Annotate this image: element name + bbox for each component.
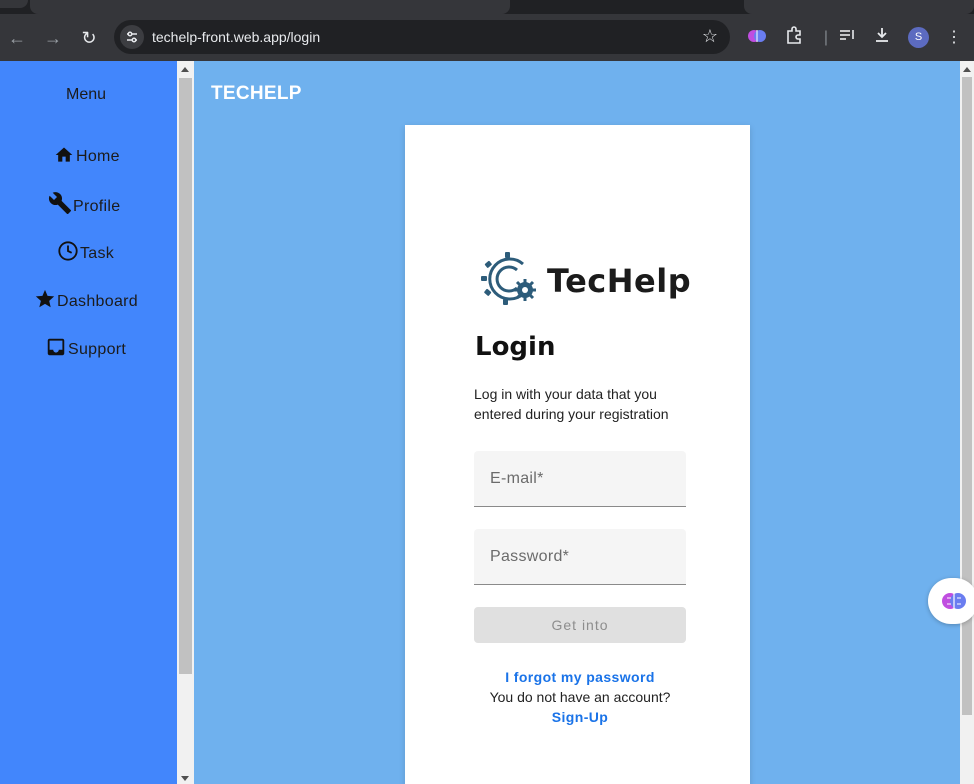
brain-icon — [942, 593, 966, 609]
sidebar-item-label: Support — [68, 341, 127, 358]
sidebar-item-label: Profile — [73, 198, 121, 215]
sidebar-item-home[interactable]: Home — [53, 145, 120, 165]
sidebar-item-dashboard[interactable]: Dashboard — [34, 288, 138, 310]
get-into-button[interactable]: Get into — [474, 607, 686, 643]
sidebar-scrollbar[interactable] — [177, 61, 194, 784]
email-field[interactable]: E-mail* — [474, 451, 686, 507]
inbox-icon — [47, 338, 65, 356]
no-account-text: You do not have an account? — [489, 689, 671, 705]
clock-icon — [58, 241, 78, 261]
home-icon — [55, 147, 73, 162]
sidebar-item-support[interactable]: Support — [45, 336, 126, 358]
browser-toolbar: ← → ↻ techelp-front.web.app/login ☆ | S … — [0, 14, 974, 61]
email-placeholder: E-mail* — [490, 470, 544, 487]
site-info-icon[interactable] — [120, 25, 144, 49]
sidebar: Menu Home Profile Task Dashboard Support — [0, 61, 177, 784]
password-field[interactable]: Password* — [474, 529, 686, 585]
tab-partial[interactable] — [0, 0, 28, 8]
scroll-up-arrow-icon[interactable] — [181, 67, 189, 72]
techelp-gear-logo-icon — [481, 252, 536, 305]
browser-tab[interactable] — [744, 0, 974, 14]
sidebar-item-label: Home — [76, 148, 120, 165]
address-bar[interactable]: techelp-front.web.app/login ☆ — [114, 20, 730, 54]
download-icon[interactable] — [870, 26, 894, 50]
bookmark-star-icon[interactable]: ☆ — [702, 26, 718, 47]
scrollbar-thumb[interactable] — [179, 78, 192, 674]
extensions-puzzle-icon[interactable] — [782, 26, 806, 50]
tab-strip — [0, 0, 974, 14]
page-title: Login — [475, 332, 556, 362]
more-menu-icon[interactable]: ⋮ — [942, 26, 966, 50]
forward-icon[interactable]: → — [42, 27, 64, 49]
sidebar-item-task[interactable]: Task — [57, 240, 114, 262]
star-icon — [35, 289, 55, 308]
scroll-down-arrow-icon[interactable] — [181, 776, 189, 781]
sign-up-link[interactable]: Sign-Up — [405, 709, 755, 725]
forgot-password-link[interactable]: I forgot my password — [405, 669, 755, 685]
profile-avatar[interactable]: S — [908, 27, 929, 48]
browser-tab[interactable] — [30, 0, 510, 14]
login-description: Log in with your data that you entered d… — [474, 386, 669, 422]
scroll-up-arrow-icon[interactable] — [963, 67, 971, 72]
media-queue-icon[interactable] — [835, 26, 859, 50]
browser-tab-active[interactable] — [512, 0, 742, 14]
url-text: techelp-front.web.app/login — [152, 29, 321, 45]
wrench-icon — [48, 192, 71, 214]
password-placeholder: Password* — [490, 548, 570, 565]
login-card: TecHelp Login Log in with your data that… — [405, 125, 750, 784]
sidebar-item-profile[interactable]: Profile — [48, 191, 120, 215]
back-icon[interactable]: ← — [6, 27, 28, 49]
sidebar-title: Menu — [65, 86, 107, 103]
app-brand-title[interactable]: TECHELP — [211, 83, 302, 105]
page-viewport: Menu Home Profile Task Dashboard Support… — [0, 61, 974, 784]
sidebar-item-label: Task — [80, 245, 115, 262]
sidebar-item-label: Dashboard — [57, 293, 138, 310]
floating-assistant-button[interactable] — [928, 578, 974, 624]
page-scrollbar[interactable] — [960, 61, 974, 784]
logo-wordmark: TecHelp — [547, 262, 692, 300]
extension-brain-icon[interactable] — [745, 26, 769, 50]
reload-icon[interactable]: ↻ — [78, 27, 100, 49]
